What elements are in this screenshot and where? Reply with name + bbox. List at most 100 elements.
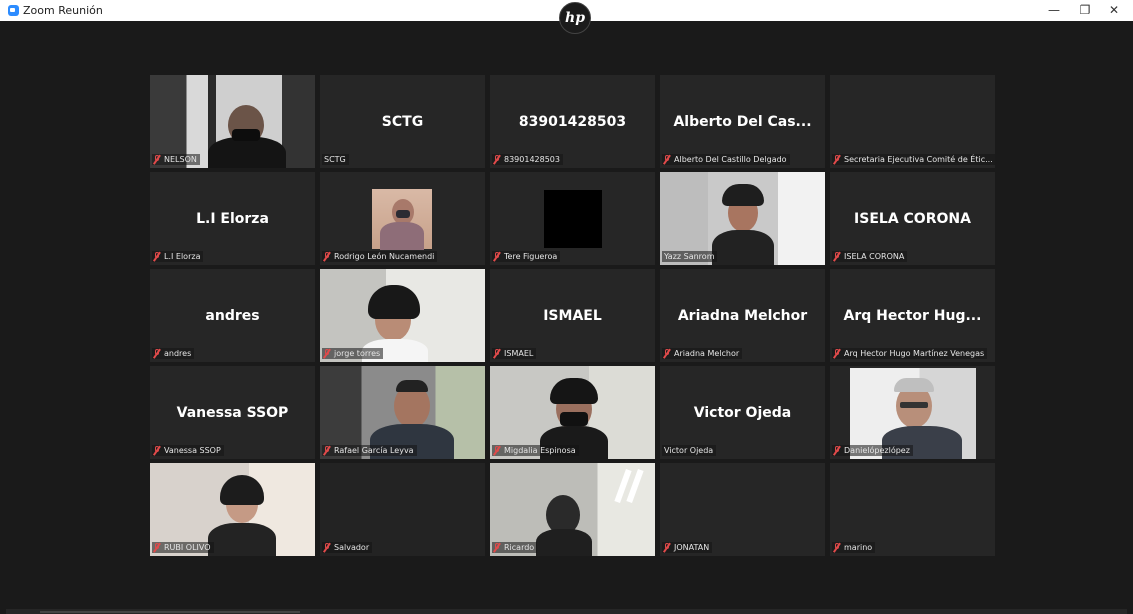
participant-display-name: ISMAEL [543, 308, 602, 324]
participant-tile[interactable]: ISELA CORONA ISELA CORONA [830, 172, 995, 265]
muted-microphone-icon [834, 252, 840, 261]
participant-display-name: ISELA CORONA [854, 211, 971, 227]
participant-display-name: L.I Elorza [196, 211, 269, 227]
participant-name-label: Ariadna Melchor [662, 348, 743, 359]
participant-name-text: Danielópezlópez [844, 446, 910, 455]
participant-tile[interactable]: Ricardo [490, 463, 655, 556]
participant-name-label: Secretaria Ejecutiva Comité de Étic... [832, 154, 995, 165]
muted-microphone-icon [154, 252, 160, 261]
participant-name-label: Victor Ojeda [662, 445, 717, 456]
participant-tile[interactable]: jorge torres [320, 269, 485, 362]
muted-microphone-icon [154, 155, 160, 164]
muted-microphone-icon [664, 543, 670, 552]
participant-name-label: 83901428503 [492, 154, 563, 165]
muted-microphone-icon [664, 349, 670, 358]
participant-name-label: Danielópezlópez [832, 445, 913, 456]
hp-logo: hp [559, 2, 591, 34]
participant-display-name: andres [205, 308, 260, 324]
participant-tile[interactable]: 83901428503 83901428503 [490, 75, 655, 168]
participant-tile[interactable]: andres andres [150, 269, 315, 362]
muted-microphone-icon [324, 252, 330, 261]
muted-microphone-icon [324, 446, 330, 455]
participant-tile[interactable]: Danielópezlópez [830, 366, 995, 459]
participant-tile[interactable]: Rodrigo León Nucamendi [320, 172, 485, 265]
participant-tile[interactable]: JONATAN [660, 463, 825, 556]
participant-name-label: JONATAN [662, 542, 713, 553]
bottom-scroll-strip[interactable] [6, 609, 1127, 614]
participant-name-label: NELSON [152, 154, 200, 165]
participant-display-name: 83901428503 [518, 114, 627, 130]
participant-name-label: jorge torres [322, 348, 384, 359]
participant-display-name: Ariadna Melchor [677, 308, 808, 324]
participant-display-name: Vanessa SSOP [176, 405, 289, 421]
participant-name-text: Salvador [334, 543, 370, 552]
participant-name-label: ISELA CORONA [832, 251, 908, 262]
participant-name-text: SCTG [324, 155, 346, 164]
participant-tile[interactable]: SCTG SCTG [320, 75, 485, 168]
participant-tile[interactable]: L.I Elorza L.I Elorza [150, 172, 315, 265]
participant-display-name: SCTG [381, 114, 424, 130]
participant-tile[interactable]: Vanessa SSOP Vanessa SSOP [150, 366, 315, 459]
muted-microphone-icon [834, 543, 840, 552]
muted-microphone-icon [834, 446, 840, 455]
muted-microphone-icon [664, 155, 670, 164]
participant-name-label: Salvador [322, 542, 373, 553]
participant-name-label: ISMAEL [492, 348, 537, 359]
participant-name-text: 83901428503 [504, 155, 560, 164]
participant-name-text: Victor Ojeda [664, 446, 714, 455]
participant-tile[interactable]: ISMAEL ISMAEL [490, 269, 655, 362]
muted-microphone-icon [154, 446, 160, 455]
participant-tile[interactable]: NELSON [150, 75, 315, 168]
participant-name-label: RUBI OLIVO [152, 542, 214, 553]
muted-microphone-icon [154, 349, 160, 358]
participant-name-text: JONATAN [674, 543, 710, 552]
participant-name-label: Rafael García Leyva [322, 445, 417, 456]
participant-name-label: andres [152, 348, 195, 359]
participant-tile[interactable]: RUBI OLIVO [150, 463, 315, 556]
participant-name-text: NELSON [164, 155, 197, 164]
participant-tile[interactable]: Yazz Sanrom [660, 172, 825, 265]
participant-name-text: Tere Figueroa [504, 252, 558, 261]
participant-name-text: Ricardo [504, 543, 535, 552]
participant-name-label: L.I Elorza [152, 251, 204, 262]
participant-name-label: Migdalia Espinosa [492, 445, 579, 456]
participant-name-text: L.I Elorza [164, 252, 201, 261]
participant-name-text: RUBI OLIVO [164, 543, 211, 552]
window-title: Zoom Reunión [23, 4, 103, 17]
participant-tile[interactable]: Victor Ojeda Victor Ojeda [660, 366, 825, 459]
minimize-button[interactable]: — [1040, 0, 1068, 21]
muted-microphone-icon [324, 349, 330, 358]
participant-tile[interactable]: Tere Figueroa [490, 172, 655, 265]
participant-tile[interactable]: Alberto Del Cas... Alberto Del Castillo D… [660, 75, 825, 168]
participant-name-label: Ricardo [492, 542, 538, 553]
participant-name-text: Alberto Del Castillo Delgado [674, 155, 787, 164]
muted-microphone-icon [834, 155, 840, 164]
participant-name-text: Vanessa SSOP [164, 446, 221, 455]
participant-tile[interactable]: Ariadna Melchor Ariadna Melchor [660, 269, 825, 362]
participant-tile[interactable]: marino [830, 463, 995, 556]
participant-name-label: Arq Hector Hugo Martínez Venegas [832, 348, 988, 359]
participant-name-label: Tere Figueroa [492, 251, 561, 262]
muted-microphone-icon [494, 252, 500, 261]
zoom-app-icon [8, 5, 19, 16]
muted-microphone-icon [494, 543, 500, 552]
participant-name-text: andres [164, 349, 192, 358]
participant-name-text: Secretaria Ejecutiva Comité de Étic... [844, 155, 993, 164]
participant-tile[interactable]: Secretaria Ejecutiva Comité de Étic... [830, 75, 995, 168]
participant-display-name: Alberto Del Cas... [673, 114, 812, 130]
participant-tile[interactable]: Rafael García Leyva [320, 366, 485, 459]
participant-tile[interactable]: Migdalia Espinosa [490, 366, 655, 459]
muted-microphone-icon [494, 155, 500, 164]
participant-tile[interactable]: Salvador [320, 463, 485, 556]
muted-microphone-icon [324, 543, 330, 552]
participant-display-name: Arq Hector Hug... [843, 308, 982, 324]
muted-microphone-icon [494, 349, 500, 358]
participant-name-text: Yazz Sanrom [664, 252, 715, 261]
participant-name-text: Ariadna Melchor [674, 349, 740, 358]
participant-name-label: Rodrigo León Nucamendi [322, 251, 438, 262]
muted-microphone-icon [834, 349, 840, 358]
close-button[interactable]: ✕ [1100, 0, 1128, 21]
participant-name-text: Rafael García Leyva [334, 446, 414, 455]
participant-tile[interactable]: Arq Hector Hug... Arq Hector Hugo Martíne… [830, 269, 995, 362]
maximize-button[interactable]: ❐ [1071, 0, 1099, 21]
